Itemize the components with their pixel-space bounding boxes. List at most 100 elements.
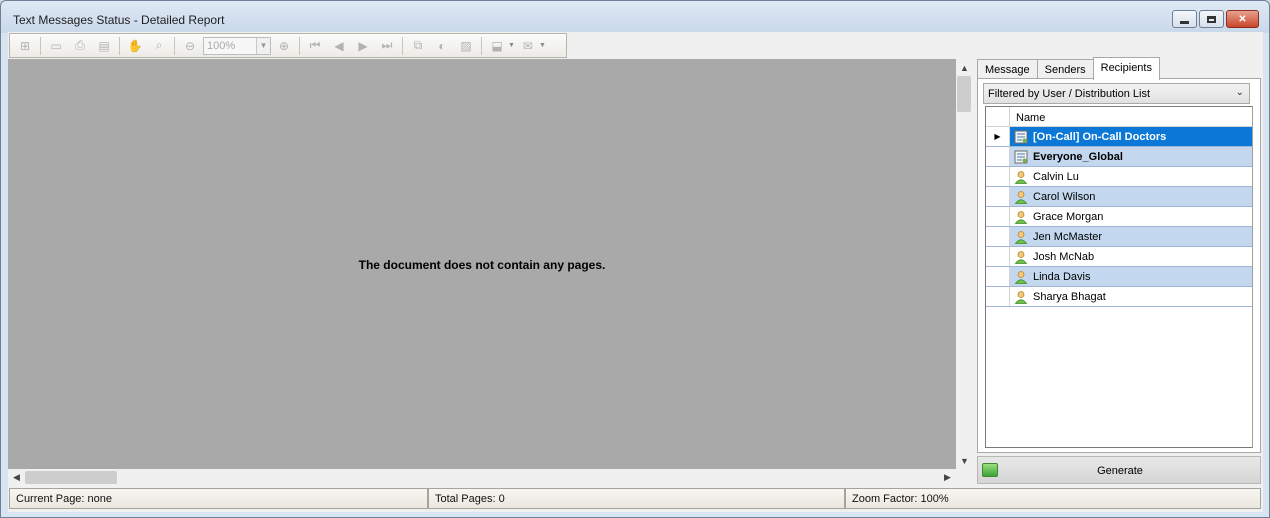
chevron-down-icon[interactable]: ▼	[256, 37, 270, 54]
row-header[interactable]	[986, 167, 1010, 186]
row-header[interactable]	[986, 287, 1010, 306]
recipient-name: Jen McMaster	[1033, 230, 1103, 243]
column-header-name[interactable]: Name	[1016, 112, 1045, 124]
export-dropdown-icon[interactable]: ▼	[508, 42, 515, 49]
table-row[interactable]: Josh McNab	[986, 247, 1252, 267]
vertical-scroll-thumb[interactable]	[957, 76, 971, 112]
table-row[interactable]: Jen McMaster	[986, 227, 1252, 247]
hand-tool-icon[interactable]: ✋	[124, 36, 146, 56]
status-current-page: Current Page: none	[9, 488, 428, 509]
status-total-pages: Total Pages: 0	[428, 488, 845, 509]
scroll-up-icon[interactable]: ▲	[956, 59, 973, 76]
document-map-icon[interactable]: ⊞	[14, 36, 36, 56]
name-cell[interactable]: Calvin Lu	[1010, 167, 1252, 186]
client-area: ⊞ ▭ ⎙ ▤ ✋ ⌕ ⊖ 100% ▼ ⊕ ⏮ ◀ ▶ ⏭ ⧉ ◐ ▨ ⬓ ▼…	[8, 32, 1263, 512]
user-icon	[1014, 250, 1028, 264]
current-row-indicator-icon[interactable]: ▶	[986, 127, 1010, 146]
row-header[interactable]	[986, 147, 1010, 166]
zoom-value: 100%	[207, 39, 236, 52]
table-row[interactable]: Sharya Bhagat	[986, 287, 1252, 307]
name-cell[interactable]: Grace Morgan	[1010, 207, 1252, 226]
horizontal-scrollbar[interactable]: ◀ ▶	[8, 469, 956, 486]
row-header[interactable]	[986, 247, 1010, 266]
email-dropdown-icon[interactable]: ▼	[539, 42, 546, 49]
grid-header: Name	[986, 107, 1252, 127]
table-row[interactable]: Everyone_Global	[986, 147, 1252, 167]
next-page-icon[interactable]: ▶	[352, 36, 374, 56]
minimize-icon	[1180, 20, 1189, 24]
tab-message[interactable]: Message	[977, 59, 1038, 79]
recipient-name: Linda Davis	[1033, 270, 1091, 283]
distribution-list-icon	[1014, 150, 1028, 163]
toolbar-separator	[481, 36, 482, 55]
scroll-down-icon[interactable]: ▼	[956, 452, 973, 469]
name-cell[interactable]: Sharya Bhagat	[1010, 287, 1252, 306]
magnifier-icon[interactable]: ⌕	[148, 36, 170, 56]
watermark-icon[interactable]: ▨	[455, 36, 477, 56]
recipients-grid[interactable]: Name ▶ [On-Call] On-Call Doctors Everyone_…	[985, 106, 1253, 448]
user-icon	[1014, 210, 1028, 224]
print-icon[interactable]: ⎙	[69, 36, 91, 56]
recipient-name: [On-Call] On-Call Doctors	[1033, 130, 1167, 143]
recipient-name: Calvin Lu	[1033, 170, 1079, 183]
minimize-button[interactable]	[1172, 10, 1197, 28]
tab-recipients[interactable]: Recipients	[1092, 57, 1160, 80]
status-bar: Current Page: none Total Pages: 0 Zoom F…	[9, 488, 1261, 510]
open-icon[interactable]: ▭	[45, 36, 67, 56]
first-page-icon[interactable]: ⏮	[304, 36, 326, 56]
user-icon	[1014, 290, 1028, 304]
export-icon[interactable]: ⬓	[486, 36, 508, 56]
window-title: Text Messages Status - Detailed Report	[13, 13, 225, 27]
row-header-corner	[986, 107, 1010, 126]
name-cell[interactable]: Everyone_Global	[1010, 147, 1252, 166]
zoom-in-icon[interactable]: ⊕	[273, 36, 295, 56]
row-header[interactable]	[986, 227, 1010, 246]
table-row[interactable]: Grace Morgan	[986, 207, 1252, 227]
tab-senders[interactable]: Senders	[1036, 59, 1094, 79]
row-header[interactable]	[986, 267, 1010, 286]
user-icon	[1014, 270, 1028, 284]
maximize-button[interactable]	[1199, 10, 1224, 28]
table-row[interactable]: Calvin Lu	[986, 167, 1252, 187]
scroll-left-icon[interactable]: ◀	[8, 469, 25, 486]
toolbar-separator	[174, 36, 175, 55]
page-setup-icon[interactable]: ▤	[93, 36, 115, 56]
vertical-scrollbar[interactable]: ▲ ▼	[956, 59, 973, 469]
table-row[interactable]: ▶ [On-Call] On-Call Doctors	[986, 127, 1252, 147]
chevron-down-icon[interactable]: ⌄	[1236, 87, 1244, 98]
zoom-out-icon[interactable]: ⊖	[179, 36, 201, 56]
last-page-icon[interactable]: ⏭	[376, 36, 398, 56]
background-color-icon[interactable]: ◐	[431, 36, 453, 56]
document-preview[interactable]: The document does not contain any pages.	[8, 59, 956, 469]
send-email-icon[interactable]: ✉	[517, 36, 539, 56]
user-icon	[1014, 190, 1028, 204]
table-row[interactable]: Carol Wilson	[986, 187, 1252, 207]
name-cell[interactable]: Jen McMaster	[1010, 227, 1252, 246]
zoom-select[interactable]: 100% ▼	[203, 36, 271, 55]
scroll-right-icon[interactable]: ▶	[939, 469, 956, 486]
recipient-name: Sharya Bhagat	[1033, 290, 1106, 303]
row-header[interactable]	[986, 187, 1010, 206]
name-cell[interactable]: Linda Davis	[1010, 267, 1252, 286]
status-zoom-factor: Zoom Factor: 100%	[845, 488, 1261, 509]
maximize-icon	[1207, 15, 1216, 23]
row-header[interactable]	[986, 207, 1010, 226]
horizontal-scroll-thumb[interactable]	[25, 471, 117, 484]
multiple-pages-icon[interactable]: ⧉	[407, 36, 429, 56]
close-button[interactable]: ✕	[1226, 10, 1259, 28]
toolbar-separator	[40, 36, 41, 55]
preview-toolbar: ⊞ ▭ ⎙ ▤ ✋ ⌕ ⊖ 100% ▼ ⊕ ⏮ ◀ ▶ ⏭ ⧉ ◐ ▨ ⬓ ▼…	[9, 33, 567, 58]
title-bar: Text Messages Status - Detailed Report ✕	[1, 1, 1269, 33]
name-cell[interactable]: Josh McNab	[1010, 247, 1252, 266]
recipient-name: Carol Wilson	[1033, 190, 1096, 203]
filter-dropdown[interactable]: Filtered by User / Distribution List ⌄	[983, 83, 1250, 104]
distribution-list-icon	[1014, 130, 1028, 143]
empty-document-message: The document does not contain any pages.	[358, 258, 606, 272]
table-row[interactable]: Linda Davis	[986, 267, 1252, 287]
generate-button[interactable]: Generate	[977, 456, 1261, 484]
previous-page-icon[interactable]: ◀	[328, 36, 350, 56]
filter-selected-value: Filtered by User / Distribution List	[988, 88, 1150, 100]
name-cell[interactable]: Carol Wilson	[1010, 187, 1252, 206]
name-cell[interactable]: [On-Call] On-Call Doctors	[1010, 127, 1252, 146]
recipients-panel: Filtered by User / Distribution List ⌄ N…	[977, 78, 1261, 453]
